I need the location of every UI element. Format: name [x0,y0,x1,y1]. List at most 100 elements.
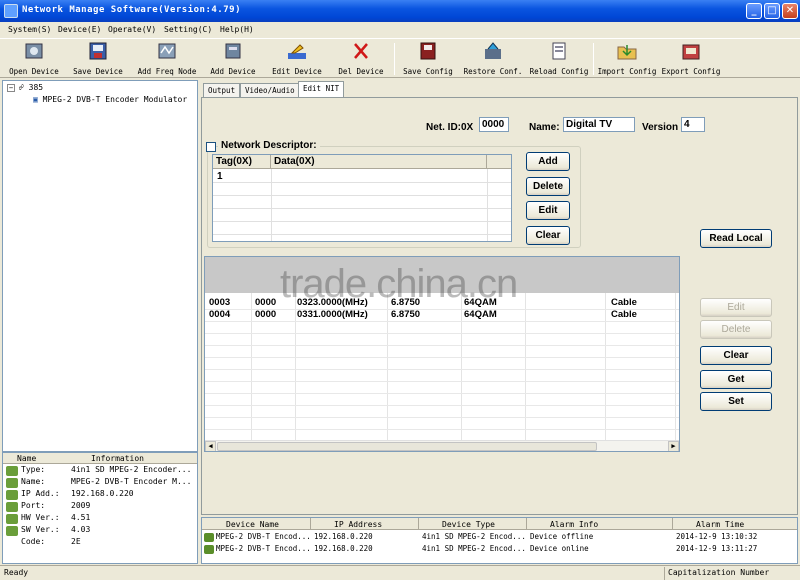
net-id-label: Net. ID:0X [426,122,474,133]
descriptor-table[interactable]: Tag(0X) Data(0X) 1 [212,154,512,242]
port-icon [6,502,18,512]
network-descriptor-label: Network Descriptor: [218,140,320,151]
del-device-button[interactable]: Del Device [336,41,386,77]
add-device-icon [225,43,241,59]
menu-operate[interactable]: Operate(V) [108,25,156,34]
grid-line [213,208,511,209]
read-local-button[interactable]: Read Local [700,229,772,248]
stream-row[interactable]: 0004 0000 0331.0000(MHz) 6.8750 64QAM Ca… [205,309,679,321]
tree-collapse-icon[interactable]: − [7,84,15,92]
open-device-icon [25,43,43,59]
stream-delete-button[interactable]: Delete [700,320,772,339]
alarm-log-header: Device Name IP Address Device Type Alarm… [202,518,797,530]
save-config-button[interactable]: Save Config [400,41,456,77]
network-descriptor-checkbox[interactable] [206,142,216,152]
network-icon: ☍ [19,83,24,92]
scroll-left-icon[interactable]: ◀ [205,441,216,451]
info-row: Type: 4in1 SD MPEG-2 Encoder... [3,465,197,477]
info-header-information: Information [91,454,144,463]
alarm-cell: MPEG-2 DVB-T Encod... [216,532,311,541]
descriptor-clear-button[interactable]: Clear [526,226,570,245]
menu-device[interactable]: Device(E) [58,25,101,34]
descriptor-cell-tag[interactable]: 1 [217,171,223,182]
stream-cell: Cable [611,309,637,320]
add-device-button[interactable]: Add Device [206,41,260,77]
tree-root-node[interactable]: ☍ 385 [19,83,43,92]
log-header-device-type[interactable]: Device Type [442,520,495,529]
descriptor-header-tag[interactable]: Tag(0X) [213,155,271,169]
add-freq-node-icon [158,43,176,59]
grid-line [205,321,679,322]
log-header-alarm-info[interactable]: Alarm Info [550,520,598,529]
menu-system[interactable]: System(S) [8,25,51,34]
grid-line [205,357,679,358]
log-header-ip[interactable]: IP Address [334,520,382,529]
save-config-icon [420,42,436,60]
status-text: Ready [4,568,29,577]
grid-line [213,234,511,235]
minimize-button[interactable]: _ [746,3,762,19]
type-icon [6,466,18,476]
edit-device-button[interactable]: Edit Device [268,41,326,77]
close-button[interactable]: ✕ [782,3,798,19]
descriptor-edit-button[interactable]: Edit [526,201,570,220]
grid-line [205,345,679,346]
status-bar: Ready Capitalization Number [0,565,800,580]
grid-line [487,169,488,241]
descriptor-add-button[interactable]: Add [526,152,570,171]
set-button[interactable]: Set [700,392,772,411]
device-tree[interactable]: − ☍ 385 ▣ MPEG-2 DVB-T Encoder Modulator [2,80,198,452]
stream-cell: Cable [611,297,637,308]
scroll-thumb[interactable] [217,442,597,451]
alarm-row[interactable]: MPEG-2 DVB-T Encod... 192.168.0.220 4in1… [202,544,797,556]
title-bar[interactable]: Network Manage Software(Version:4.79) _ … [0,0,800,22]
menu-setting[interactable]: Setting(C) [164,25,212,34]
grid-line [205,369,679,370]
tab-edit-nit[interactable]: Edit NIT [298,81,345,98]
tab-output[interactable]: Output [203,83,241,97]
alarm-row[interactable]: MPEG-2 DVB-T Encod... 192.168.0.220 4in1… [202,532,797,544]
get-button[interactable]: Get [700,370,772,389]
menu-help[interactable]: Help(H) [220,25,254,34]
app-icon [4,4,18,18]
menu-bar: System(S) Device(E) Operate(V) Setting(C… [0,22,800,38]
toolbar: Open Device Save Device Add Freq Node Ad… [0,38,800,78]
name-icon [6,478,18,488]
descriptor-header-blank [487,155,511,169]
export-config-button[interactable]: Export Config [660,41,722,77]
info-row: Code: 2E [21,537,81,546]
status-capitalization: Capitalization Number [668,568,770,577]
version-input[interactable]: 4 [681,117,705,132]
horizontal-scrollbar[interactable]: ◀ ▶ [205,440,679,451]
name-input[interactable]: Digital TV [563,117,635,132]
stream-clear-button[interactable]: Clear [700,346,772,365]
device-icon [204,533,214,542]
net-id-input[interactable]: 0000 [479,117,509,132]
restore-config-button[interactable]: Restore Conf. [462,41,524,77]
device-icon: ▣ [33,95,38,104]
reload-config-button[interactable]: Reload Config [528,41,590,77]
device-icon [204,545,214,554]
save-device-button[interactable]: Save Device [70,41,126,77]
stream-cell: 0331.0000(MHz) [297,309,368,320]
alarm-cell: 2014-12-9 13:11:27 [676,544,758,553]
log-header-device-name[interactable]: Device Name [226,520,279,529]
log-header-alarm-time[interactable]: Alarm Time [696,520,744,529]
alarm-cell: 4in1 SD MPEG-2 Encod... [422,532,526,541]
descriptor-delete-button[interactable]: Delete [526,177,570,196]
import-config-button[interactable]: Import Config [596,41,658,77]
alarm-log-list[interactable]: Device Name IP Address Device Type Alarm… [201,517,798,564]
open-device-button[interactable]: Open Device [6,41,62,77]
stream-edit-button[interactable]: Edit [700,298,772,317]
device-info-panel: Name Information Type: 4in1 SD MPEG-2 Enc… [2,452,198,564]
descriptor-header-data[interactable]: Data(0X) [271,155,487,169]
grid-line [271,169,272,241]
add-freq-node-button[interactable]: Add Freq Node [136,41,198,77]
stream-cell: 0000 [255,309,277,320]
tree-device-node[interactable]: ▣ MPEG-2 DVB-T Encoder Modulator [33,95,187,104]
maximize-button[interactable]: □ [764,3,780,19]
info-header: Name Information [3,453,197,464]
scroll-right-icon[interactable]: ▶ [668,441,679,451]
header-separator [418,518,419,530]
tab-video-audio[interactable]: Video/Audio [240,83,300,97]
